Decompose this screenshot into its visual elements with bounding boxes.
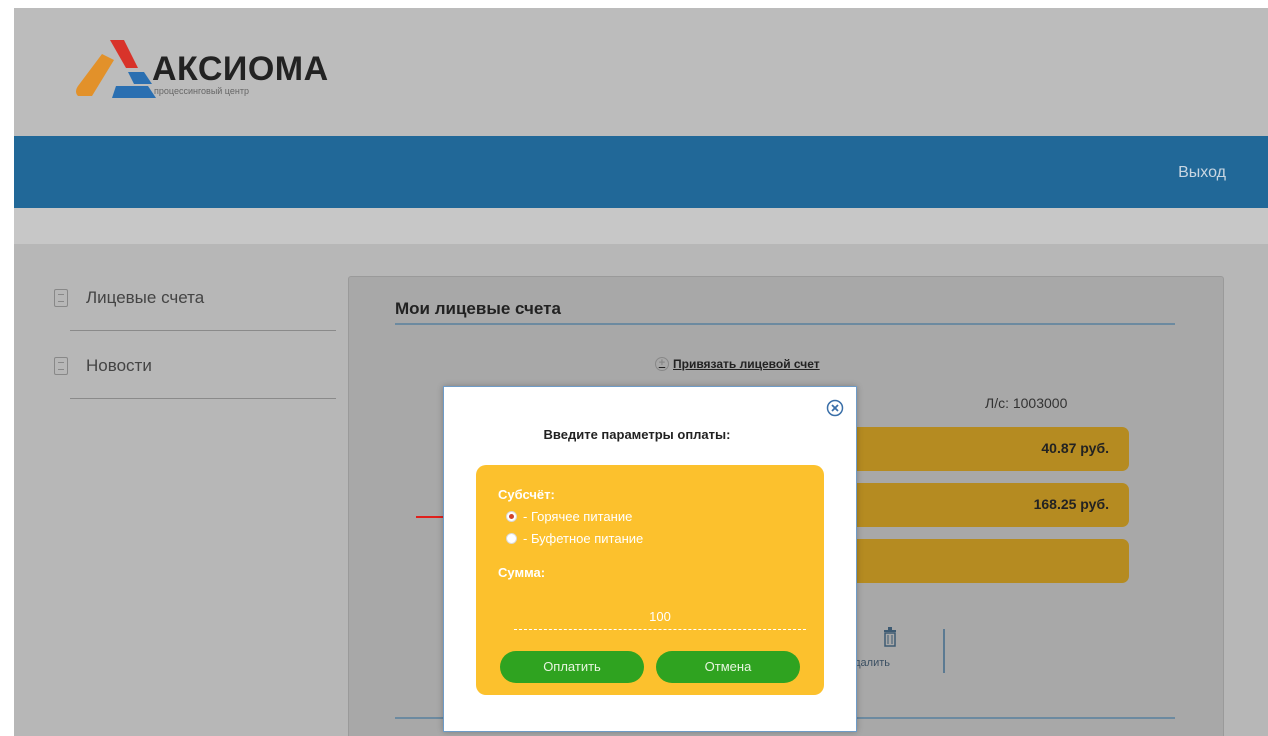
page-title: Мои лицевые счета [395, 299, 561, 318]
option-label: - Буфетное питание [523, 531, 644, 546]
payment-form: Субсчёт: - Горячее питание - Буфетное пи… [476, 465, 824, 695]
logout-link[interactable]: Выход [1178, 164, 1226, 182]
subaccount-label: Субсчёт: [498, 487, 555, 502]
radio-button[interactable] [506, 511, 517, 522]
balance-value: 168.25 руб. [1033, 496, 1109, 512]
payment-modal: Введите параметры оплаты: Субсчёт: - Гор… [443, 386, 857, 732]
bind-account-link[interactable]: + Привязать лицевой счет [655, 357, 820, 371]
axioma-logo-icon [76, 40, 156, 98]
sidebar-divider [70, 330, 336, 331]
trash-icon [884, 627, 896, 647]
option-hot-meals[interactable]: - Горячее питание [506, 509, 632, 524]
toolbar-divider [943, 629, 945, 673]
delete-account-button[interactable]: удалить [849, 627, 969, 677]
sidebar-item-news[interactable]: Новости [54, 356, 152, 376]
document-icon [54, 289, 68, 307]
sidebar-item-label: Лицевые счета [86, 288, 205, 307]
option-buffet[interactable]: - Буфетное питание [506, 531, 643, 546]
cancel-button[interactable]: Отмена [656, 651, 800, 683]
close-icon[interactable] [826, 399, 844, 417]
brand-tagline: процессинговый центр [154, 86, 249, 96]
sidebar-item-label: Новости [86, 356, 152, 375]
sidebar-item-accounts[interactable]: Лицевые счета [54, 288, 204, 308]
title-underline [395, 323, 1175, 325]
radio-button[interactable] [506, 533, 517, 544]
nav-spacer [14, 208, 1268, 244]
balance-value: 40.87 руб. [1041, 440, 1109, 456]
amount-input[interactable] [514, 603, 806, 630]
bind-account-label: Привязать лицевой счет [673, 357, 820, 371]
option-label: - Горячее питание [523, 509, 633, 524]
plus-icon: + [655, 357, 669, 371]
amount-label: Сумма: [498, 565, 546, 580]
top-nav-bar: Выход [14, 136, 1268, 208]
brand-name: АКСИОМА [152, 50, 329, 88]
account-number: Л/с: 1003000 [985, 395, 1068, 411]
news-icon [54, 357, 68, 375]
modal-title: Введите параметры оплаты: [543, 427, 731, 442]
pay-button[interactable]: Оплатить [500, 651, 644, 683]
site-header: АКСИОМА процессинговый центр [14, 8, 1268, 136]
sidebar-divider [70, 398, 336, 399]
